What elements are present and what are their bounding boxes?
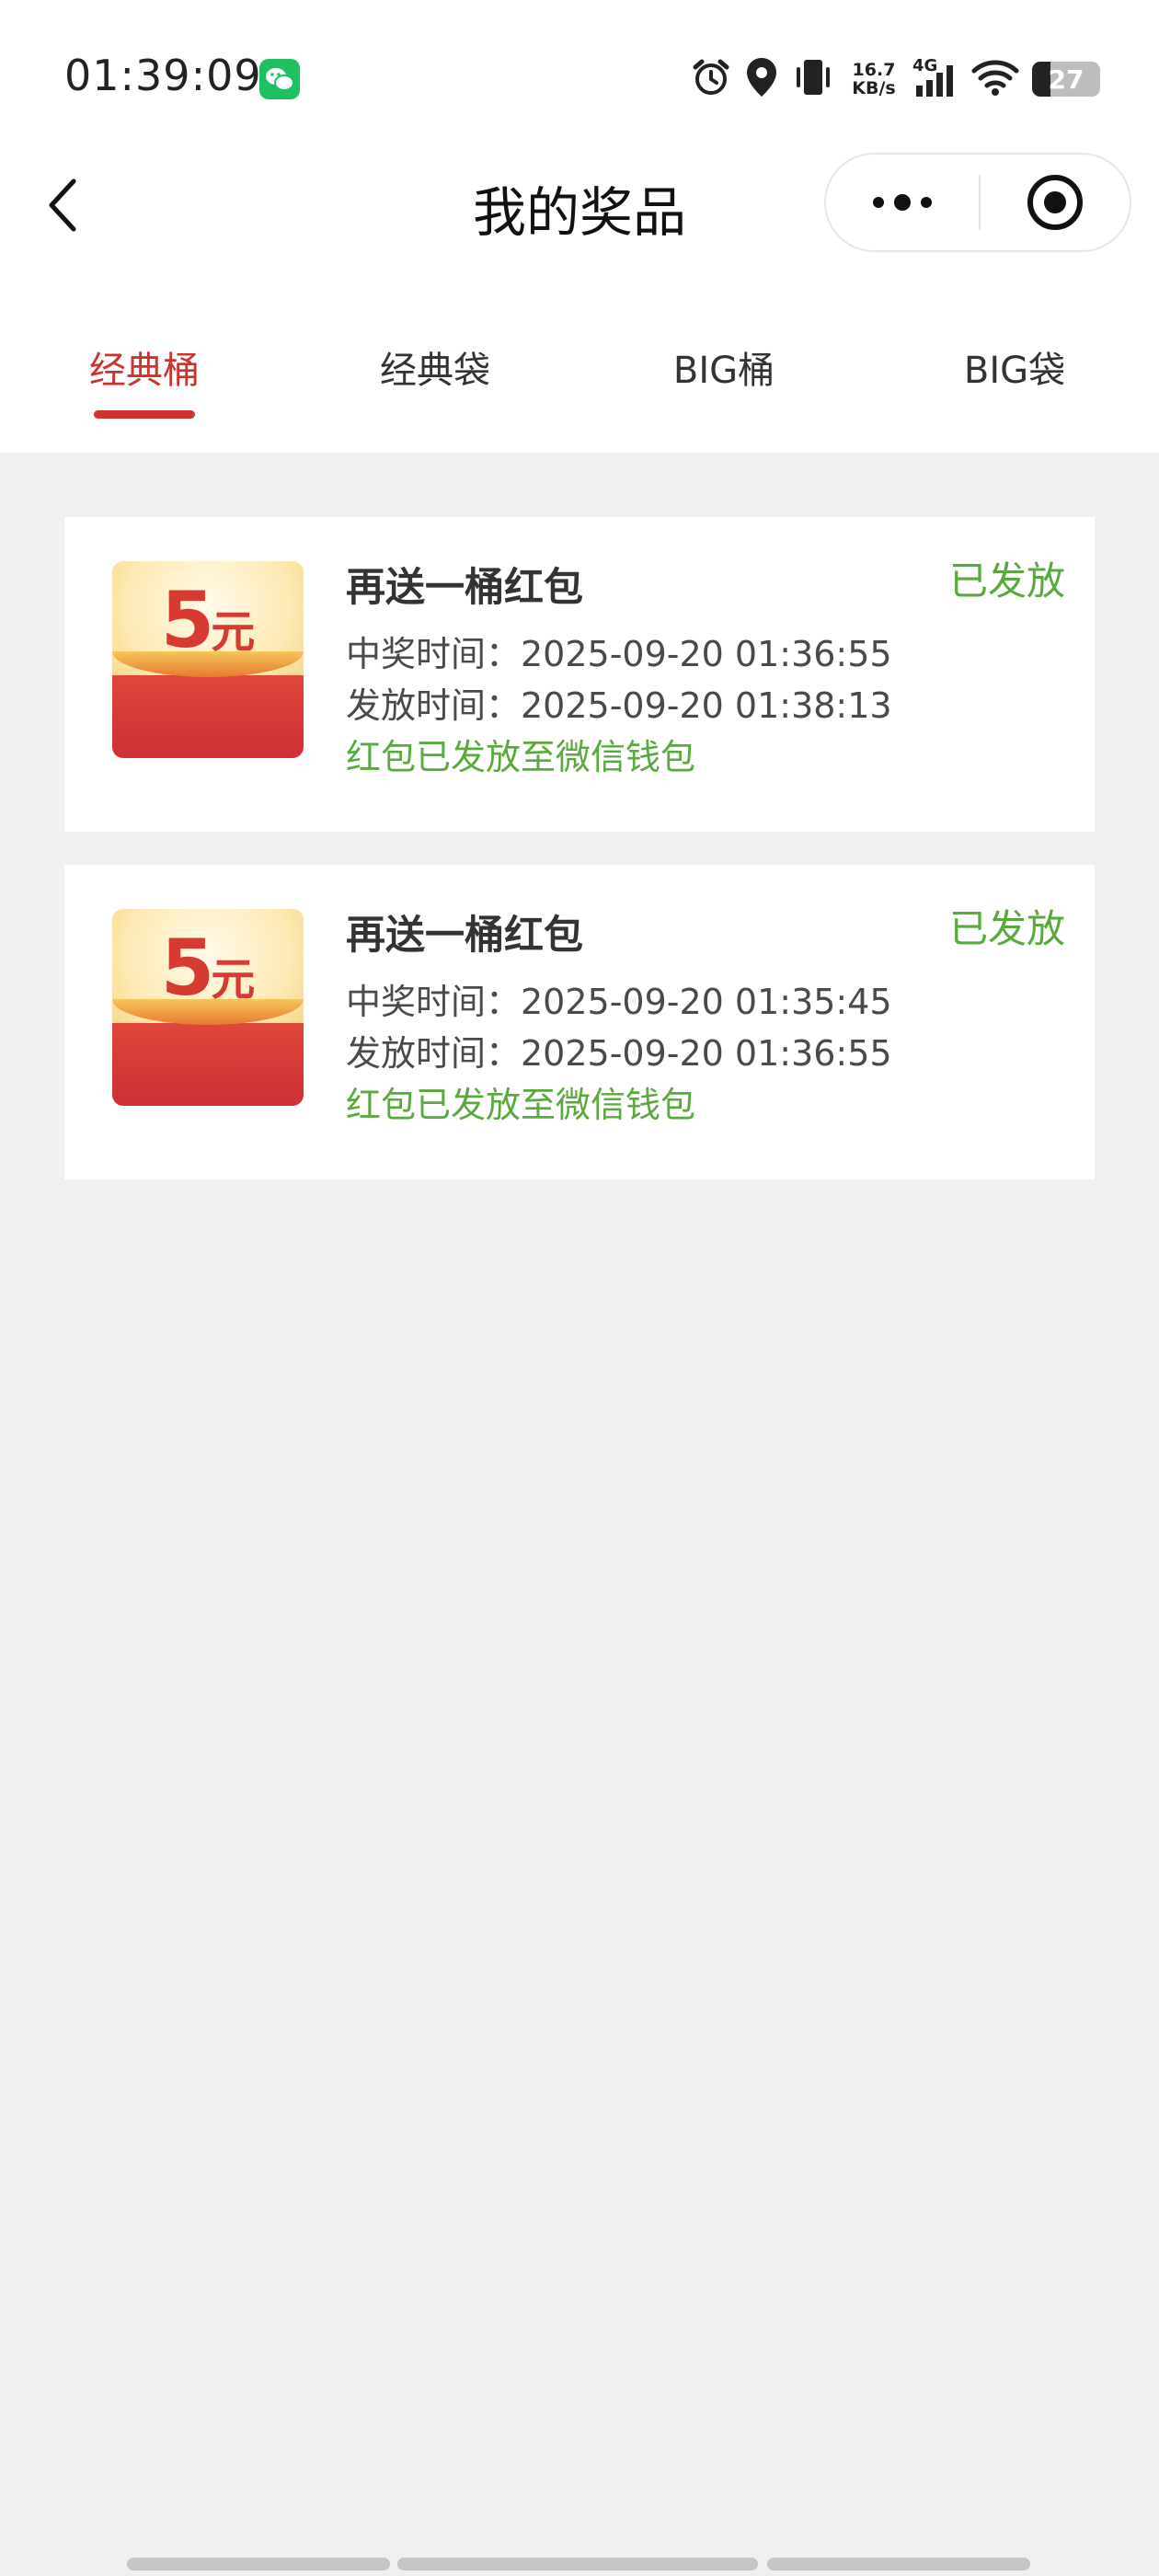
envelope-amount: 5元 xyxy=(112,581,304,659)
tab-bar: 经典桶 经典袋 BIG桶 BIG袋 xyxy=(0,322,1159,432)
prize-card[interactable]: 5元 再送一桶红包 已发放 中奖时间：2025-09-20 01:35:45 发… xyxy=(64,865,1095,1179)
issue-time: 发放时间：2025-09-20 01:36:55 xyxy=(346,1033,892,1074)
tab-classic-bag[interactable]: 经典袋 xyxy=(316,340,555,394)
net-speed: 16.7 KB/s xyxy=(848,61,900,98)
gesture-bar-segment xyxy=(767,2558,1030,2570)
location-icon xyxy=(745,56,778,102)
prize-title: 再送一桶红包 xyxy=(346,565,583,611)
prize-note: 红包已发放至微信钱包 xyxy=(346,1085,696,1125)
net-speed-unit: KB/s xyxy=(852,78,896,98)
battery-level: 27 xyxy=(1048,63,1084,95)
status-time: 01:39:09 xyxy=(64,51,262,100)
battery-icon: 27 xyxy=(1032,62,1100,97)
prize-note: 红包已发放至微信钱包 xyxy=(346,737,696,777)
miniprogram-capsule xyxy=(824,153,1131,252)
chevron-left-icon xyxy=(49,178,76,232)
close-miniprogram-button[interactable] xyxy=(981,155,1130,250)
status-bar: 01:39:09 16.7 KB/s 4G 27 xyxy=(0,0,1159,156)
vibrate-icon xyxy=(791,56,835,102)
prize-list: 5元 再送一桶红包 已发放 中奖时间：2025-09-20 01:36:55 发… xyxy=(64,517,1095,1213)
wifi-icon xyxy=(971,56,1019,102)
net-speed-value: 16.7 xyxy=(852,60,896,80)
more-button[interactable] xyxy=(826,155,979,250)
gesture-bar-segment xyxy=(397,2558,758,2570)
envelope-amount: 5元 xyxy=(112,929,304,1006)
win-time: 中奖时间：2025-09-20 01:35:45 xyxy=(346,982,892,1022)
win-time: 中奖时间：2025-09-20 01:36:55 xyxy=(346,634,892,674)
prize-status: 已发放 xyxy=(948,558,1065,604)
target-icon xyxy=(1027,175,1083,230)
back-button[interactable] xyxy=(37,170,88,240)
prize-unit: 元 xyxy=(211,606,256,658)
battery: 27 xyxy=(1032,62,1100,97)
red-envelope-image: 5元 xyxy=(112,909,304,1106)
gesture-bar xyxy=(127,2558,1032,2570)
prize-title: 再送一桶红包 xyxy=(346,913,583,959)
tab-big-bucket[interactable]: BIG桶 xyxy=(604,340,843,394)
prize-amount: 5 xyxy=(160,575,215,665)
tab-classic-bucket[interactable]: 经典桶 xyxy=(25,340,264,394)
prize-status: 已发放 xyxy=(948,906,1065,951)
prize-unit: 元 xyxy=(211,954,256,1006)
wechat-icon xyxy=(259,59,300,99)
alarm-icon xyxy=(690,56,732,102)
status-icons: 16.7 KB/s 4G 27 xyxy=(690,52,1100,107)
tab-big-bag[interactable]: BIG袋 xyxy=(895,340,1134,394)
more-dots-icon xyxy=(873,194,932,211)
signal-icon: 4G xyxy=(912,56,958,100)
issue-time: 发放时间：2025-09-20 01:38:13 xyxy=(346,685,892,726)
active-tab-indicator xyxy=(94,410,195,419)
gesture-bar-segment xyxy=(127,2558,390,2570)
prize-card[interactable]: 5元 再送一桶红包 已发放 中奖时间：2025-09-20 01:36:55 发… xyxy=(64,517,1095,832)
prize-amount: 5 xyxy=(160,923,215,1013)
page-title: 我的奖品 xyxy=(472,181,686,244)
red-envelope-image: 5元 xyxy=(112,561,304,758)
